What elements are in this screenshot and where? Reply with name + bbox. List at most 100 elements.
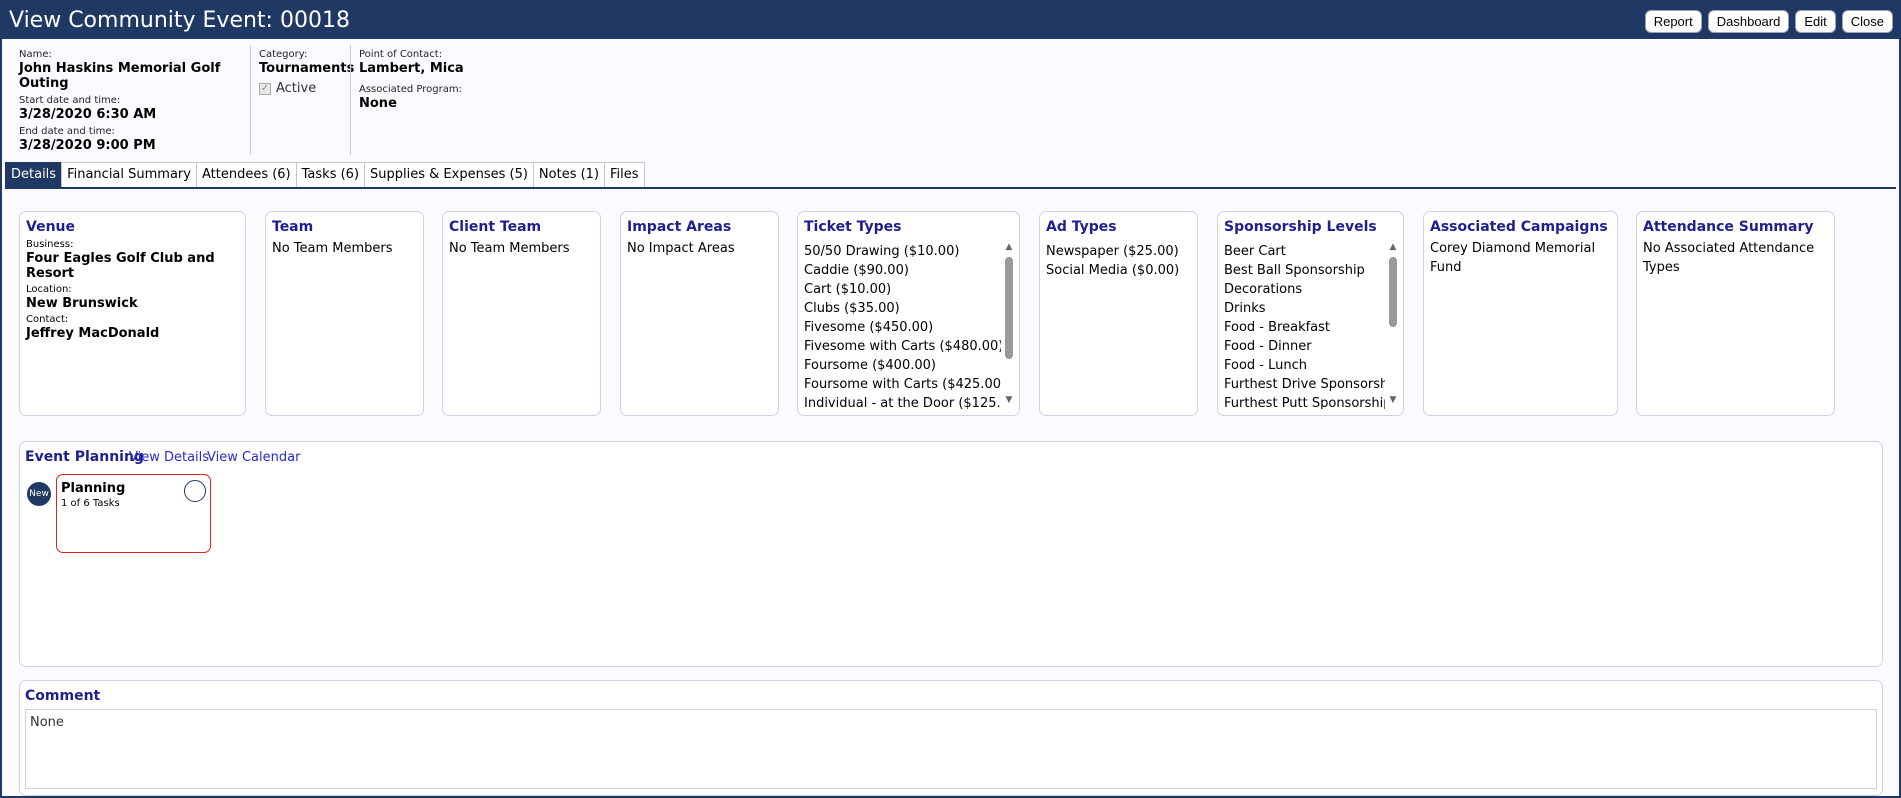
impact-areas-empty-text: No Impact Areas bbox=[627, 241, 735, 256]
scroll-thumb[interactable] bbox=[1389, 257, 1397, 327]
comment-panel: Comment None bbox=[19, 680, 1883, 796]
team-card: Team No Team Members bbox=[265, 211, 424, 416]
scroll-up-icon[interactable]: ▲ bbox=[1004, 242, 1014, 252]
venue-contact-label: Contact: bbox=[26, 314, 69, 325]
active-checkbox: ✓ Active bbox=[259, 81, 349, 96]
client-team-card: Client Team No Team Members bbox=[442, 211, 601, 416]
tab-details[interactable]: Details bbox=[5, 162, 63, 187]
divider bbox=[250, 45, 251, 155]
list-item: Drinks bbox=[1224, 301, 1266, 316]
tab-files[interactable]: Files bbox=[604, 162, 645, 187]
campaign-item: Corey Diamond Memorial Fund bbox=[1430, 241, 1596, 275]
event-name: John Haskins Memorial Golf Outing bbox=[19, 61, 221, 91]
page-title: View Community Event: 00018 bbox=[9, 8, 350, 33]
event-planning-panel: Event Planning View Details View Calenda… bbox=[19, 441, 1883, 667]
new-badge: New bbox=[27, 482, 51, 506]
venue-title: Venue bbox=[26, 219, 75, 235]
contact-value: Lambert, Mica bbox=[359, 61, 464, 76]
ad-types-list[interactable]: Newspaper ($25.00) Social Media ($0.00) bbox=[1046, 242, 1191, 409]
status-circle-icon[interactable] bbox=[184, 480, 206, 502]
list-item: Furthest Putt Sponsorship bbox=[1224, 396, 1385, 409]
checkbox-icon: ✓ bbox=[259, 82, 271, 95]
tab-supplies-expenses[interactable]: Supplies & Expenses (5) bbox=[364, 162, 534, 187]
contact-label: Point of Contact: bbox=[359, 49, 443, 60]
venue-contact-value: Jeffrey MacDonald bbox=[26, 326, 160, 341]
venue-card: Venue Business: Four Eagles Golf Club an… bbox=[19, 211, 246, 416]
info-column-main: Name: John Haskins Memorial Golf Outing … bbox=[19, 45, 247, 153]
start-label: Start date and time: bbox=[19, 95, 121, 106]
list-item: Caddie ($90.00) bbox=[804, 263, 909, 278]
list-item: Food - Lunch bbox=[1224, 358, 1308, 373]
report-button[interactable]: Report bbox=[1644, 10, 1702, 33]
list-item: Furthest Drive Sponsorship bbox=[1224, 377, 1385, 392]
scrollbar[interactable]: ▲ ▼ bbox=[1004, 242, 1014, 405]
business-label: Business: bbox=[26, 239, 74, 250]
name-label: Name: bbox=[19, 49, 52, 60]
info-column-category: Category: Tournaments ✓ Active bbox=[259, 45, 354, 96]
comment-title: Comment bbox=[25, 688, 101, 704]
event-info-panel: Name: John Haskins Memorial Golf Outing … bbox=[2, 39, 1899, 162]
scroll-thumb[interactable] bbox=[1005, 257, 1013, 359]
list-item: 50/50 Drawing ($10.00) bbox=[804, 244, 960, 259]
sponsorship-levels-list[interactable]: Beer Cart Best Ball Sponsorship Decorati… bbox=[1224, 242, 1385, 409]
impact-areas-card: Impact Areas No Impact Areas bbox=[620, 211, 779, 416]
scrollbar[interactable]: ▲ ▼ bbox=[1388, 242, 1398, 405]
end-datetime: 3/28/2020 9:00 PM bbox=[19, 138, 156, 153]
associated-campaigns-title: Associated Campaigns bbox=[1430, 219, 1608, 235]
scroll-down-icon[interactable]: ▼ bbox=[1388, 395, 1398, 405]
category-label: Category: bbox=[259, 49, 308, 60]
list-item: Clubs ($35.00) bbox=[804, 301, 900, 316]
sponsorship-levels-card: Sponsorship Levels Beer Cart Best Ball S… bbox=[1217, 211, 1404, 416]
comment-text: None bbox=[25, 709, 1877, 789]
team-title: Team bbox=[272, 219, 314, 235]
list-item: Beer Cart bbox=[1224, 244, 1286, 259]
view-details-link[interactable]: View Details bbox=[129, 450, 209, 465]
list-item: Food - Dinner bbox=[1224, 339, 1312, 354]
active-label: Active bbox=[276, 81, 317, 96]
sponsorship-levels-title: Sponsorship Levels bbox=[1224, 219, 1377, 235]
scroll-up-icon[interactable]: ▲ bbox=[1388, 242, 1398, 252]
program-value: None bbox=[359, 96, 397, 111]
edit-button[interactable]: Edit bbox=[1795, 10, 1836, 33]
tab-financial-summary[interactable]: Financial Summary bbox=[61, 162, 197, 187]
list-item: Foursome ($400.00) bbox=[804, 358, 936, 373]
scroll-down-icon[interactable]: ▼ bbox=[1004, 395, 1014, 405]
window: View Community Event: 00018 Report Dashb… bbox=[0, 0, 1901, 798]
stage-task-count: 1 of 6 Tasks bbox=[61, 498, 120, 509]
attendance-summary-card: Attendance Summary No Associated Attenda… bbox=[1636, 211, 1835, 416]
tab-underline bbox=[5, 187, 1896, 189]
close-button[interactable]: Close bbox=[1841, 10, 1893, 33]
location-label: Location: bbox=[26, 284, 72, 295]
associated-campaigns-card: Associated Campaigns Corey Diamond Memor… bbox=[1423, 211, 1618, 416]
tab-notes[interactable]: Notes (1) bbox=[532, 162, 606, 187]
view-calendar-link[interactable]: View Calendar bbox=[207, 450, 300, 465]
business-value: Four Eagles Golf Club and Resort bbox=[26, 251, 215, 281]
ad-types-title: Ad Types bbox=[1046, 219, 1117, 235]
ad-types-card: Ad Types Newspaper ($25.00) Social Media… bbox=[1039, 211, 1198, 416]
location-value: New Brunswick bbox=[26, 296, 138, 311]
title-bar: View Community Event: 00018 Report Dashb… bbox=[2, 2, 1899, 39]
client-team-empty-text: No Team Members bbox=[449, 241, 570, 256]
program-label: Associated Program: bbox=[359, 84, 462, 95]
start-datetime: 3/28/2020 6:30 AM bbox=[19, 107, 157, 122]
attendance-summary-title: Attendance Summary bbox=[1643, 219, 1814, 235]
list-item: Cart ($10.00) bbox=[804, 282, 892, 297]
ticket-types-card: Ticket Types 50/50 Drawing ($10.00) Cadd… bbox=[797, 211, 1020, 416]
ticket-types-list[interactable]: 50/50 Drawing ($10.00) Caddie ($90.00) C… bbox=[804, 242, 1001, 409]
list-item: Individual - at the Door ($125.00) bbox=[804, 396, 1001, 409]
header-buttons: Report Dashboard Edit Close bbox=[1644, 10, 1893, 33]
list-item: Fivesome ($450.00) bbox=[804, 320, 934, 335]
tab-attendees[interactable]: Attendees (6) bbox=[195, 162, 297, 187]
team-empty-text: No Team Members bbox=[272, 241, 393, 256]
list-item: Food - Breakfast bbox=[1224, 320, 1331, 335]
stage-title: Planning bbox=[61, 481, 126, 496]
planning-stage-card[interactable]: Planning 1 of 6 Tasks bbox=[56, 474, 211, 553]
list-item: Newspaper ($25.00) bbox=[1046, 244, 1179, 259]
tab-tasks[interactable]: Tasks (6) bbox=[295, 162, 366, 187]
info-column-contact: Point of Contact: Lambert, Mica Associat… bbox=[359, 45, 559, 111]
list-item: Foursome with Carts ($425.00) bbox=[804, 377, 1001, 392]
list-item: Social Media ($0.00) bbox=[1046, 263, 1180, 278]
ticket-types-title: Ticket Types bbox=[804, 219, 902, 235]
tab-bar: Details Financial Summary Attendees (6) … bbox=[5, 162, 645, 187]
dashboard-button[interactable]: Dashboard bbox=[1707, 10, 1790, 33]
